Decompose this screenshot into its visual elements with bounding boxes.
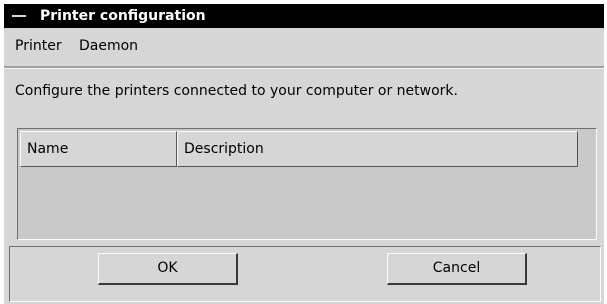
list-header: Name Description bbox=[20, 131, 578, 167]
window-title: Printer configuration bbox=[40, 8, 206, 24]
cancel-button[interactable]: Cancel bbox=[387, 253, 527, 285]
title-bar[interactable]: Printer configuration bbox=[4, 4, 604, 28]
menu-daemon[interactable]: Daemon bbox=[79, 38, 138, 54]
column-header-description[interactable]: Description bbox=[177, 131, 578, 167]
printer-list[interactable]: Name Description bbox=[17, 128, 597, 240]
instruction-text: Configure the printers connected to your… bbox=[15, 83, 458, 99]
window-menu-icon[interactable] bbox=[12, 15, 26, 17]
printer-config-window: Printer configuration Printer Daemon Con… bbox=[4, 4, 604, 304]
menu-printer[interactable]: Printer bbox=[15, 38, 62, 54]
column-header-name[interactable]: Name bbox=[20, 131, 177, 167]
menu-bar: Printer Daemon bbox=[4, 32, 604, 58]
ok-button[interactable]: OK bbox=[98, 253, 238, 285]
printer-list-body[interactable] bbox=[20, 167, 594, 237]
button-area: OK Cancel bbox=[9, 246, 601, 302]
menu-separator bbox=[4, 66, 604, 69]
